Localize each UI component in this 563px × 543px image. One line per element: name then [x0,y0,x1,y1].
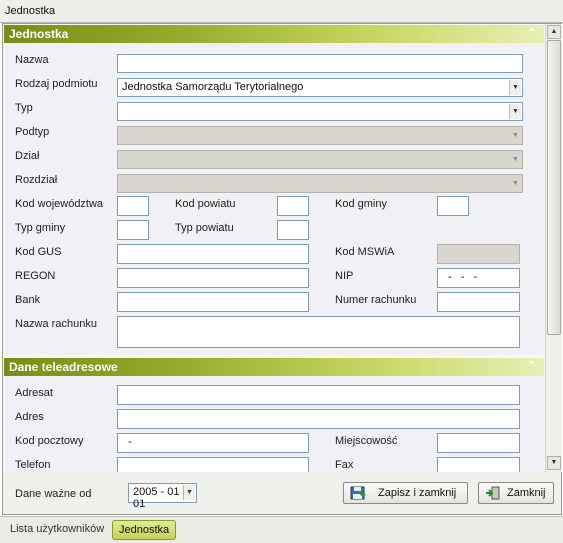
adresat-field[interactable] [117,385,520,405]
chevron-down-icon[interactable]: ▼ [509,80,521,95]
regon-field[interactable] [117,268,309,288]
chevron-down-icon: ▼ [510,176,521,191]
exit-door-icon [486,486,500,500]
section-jednostka-header[interactable]: Jednostka ⌃ [4,25,544,43]
nazwa-label: Nazwa [15,54,49,66]
kod-wojewodztwa-label: Kod województwa [15,198,104,210]
section-jednostka-body: Nazwa Rodzaj podmiotu Jednostka Samorząd… [4,43,544,355]
dzial-label: Dział [15,150,40,162]
typ-powiatu-label: Typ powiatu [175,222,234,234]
miejscowosc-label: Miejscowość [335,435,398,447]
nazwa-rachunku-field[interactable] [117,316,520,348]
scrollbar-thumb[interactable] [547,40,561,335]
form-scroll-area: Jednostka ⌃ Nazwa Rodzaj podmiotu Jednos… [3,24,544,472]
kod-wojewodztwa-field[interactable] [117,196,149,216]
adresat-label: Adresat [15,387,53,399]
kod-pocztowy-field[interactable]: - [117,433,309,453]
nip-field[interactable]: - - - [437,268,520,288]
fax-label: Fax [335,459,354,471]
rodzaj-podmiotu-select[interactable]: Jednostka Samorządu Terytorialnego ▼ [117,78,523,97]
save-disk-icon [350,486,366,500]
telefon-label: Telefon [15,459,51,471]
podtyp-label: Podtyp [15,126,50,138]
section-dane-teleadresowe-body: Adresat Adres Kod pocztowy - Miejscowość… [4,376,544,472]
typ-select[interactable]: ▼ [117,102,523,121]
kod-gus-label: Kod GUS [15,246,62,258]
typ-gminy-field[interactable] [117,220,149,240]
rozdzial-label: Rozdział [15,174,58,186]
kod-powiatu-label: Kod powiatu [175,198,236,210]
adres-label: Adres [15,411,44,423]
window-titlebar: Jednostka [0,0,563,23]
dzial-select: ▼ [117,150,523,169]
chevron-down-icon: ▼ [510,128,521,143]
kod-gminy-label: Kod gminy [335,198,387,210]
typ-powiatu-field[interactable] [277,220,309,240]
kod-gus-field[interactable] [117,244,309,264]
bank-label: Bank [15,294,41,306]
nazwa-rachunku-label: Nazwa rachunku [15,318,97,330]
rodzaj-podmiotu-label: Rodzaj podmiotu [15,78,98,90]
typ-label: Typ [15,102,33,114]
telefon-field[interactable] [117,457,309,472]
adres-field[interactable] [117,409,520,429]
tab-lista-uzytkownikow[interactable]: Lista użytkowników [10,520,104,538]
date-valid-from-label: Dane ważne od [15,488,92,500]
podtyp-select: ▼ [117,126,523,145]
regon-label: REGON [15,270,56,282]
numer-rachunku-label: Numer rachunku [335,294,417,306]
double-chevron-up-icon[interactable]: ⌃ [527,26,536,39]
form-frame: Jednostka ⌃ Nazwa Rodzaj podmiotu Jednos… [2,23,562,473]
numer-rachunku-field[interactable] [437,292,520,312]
chevron-down-icon[interactable]: ▼ [183,485,195,500]
window-title: Jednostka [5,5,56,17]
kod-pocztowy-label: Kod pocztowy [15,435,84,447]
section-dane-teleadresowe-header[interactable]: Dane teleadresowe ⌃ [4,358,544,376]
date-valid-from-picker[interactable]: 2005 - 01 - 01 ▼ [128,483,197,510]
kod-gminy-field[interactable] [437,196,469,216]
fax-field[interactable] [437,457,520,472]
save-button-label: Zapisz i zamknij [378,487,457,499]
typ-gminy-label: Typ gminy [15,222,66,234]
close-button-label: Zamknij [507,487,546,499]
date-value: 2005 - 01 - 01 [133,486,187,510]
footer-bar: Dane ważne od 2005 - 01 - 01 ▼ Zapisz i … [2,472,562,515]
kod-mswia-field [437,244,520,264]
tab-jednostka[interactable]: Jednostka [112,520,177,540]
rodzaj-podmiotu-value: Jednostka Samorządu Terytorialnego [122,81,304,93]
scroll-up-icon[interactable]: ▲ [547,25,561,39]
double-chevron-up-icon[interactable]: ⌃ [527,359,536,372]
chevron-down-icon: ▼ [510,152,521,167]
rozdzial-select: ▼ [117,174,523,193]
nazwa-field[interactable] [117,54,523,73]
kod-mswia-label: Kod MSWiA [335,246,395,258]
chevron-down-icon[interactable]: ▼ [509,104,521,119]
kod-powiatu-field[interactable] [277,196,309,216]
nip-label: NIP [335,270,354,282]
document-tabs: Lista użytkowników Jednostka [0,516,563,543]
vertical-scrollbar[interactable]: ▲ ▼ [545,24,562,472]
bank-field[interactable] [117,292,309,312]
section-title: Dane teleadresowe [9,360,118,374]
section-title: Jednostka [9,27,69,41]
scroll-down-icon[interactable]: ▼ [547,456,561,470]
miejscowosc-field[interactable] [437,433,520,453]
save-and-close-button[interactable]: Zapisz i zamknij [343,482,468,504]
close-button[interactable]: Zamknij [478,482,554,504]
